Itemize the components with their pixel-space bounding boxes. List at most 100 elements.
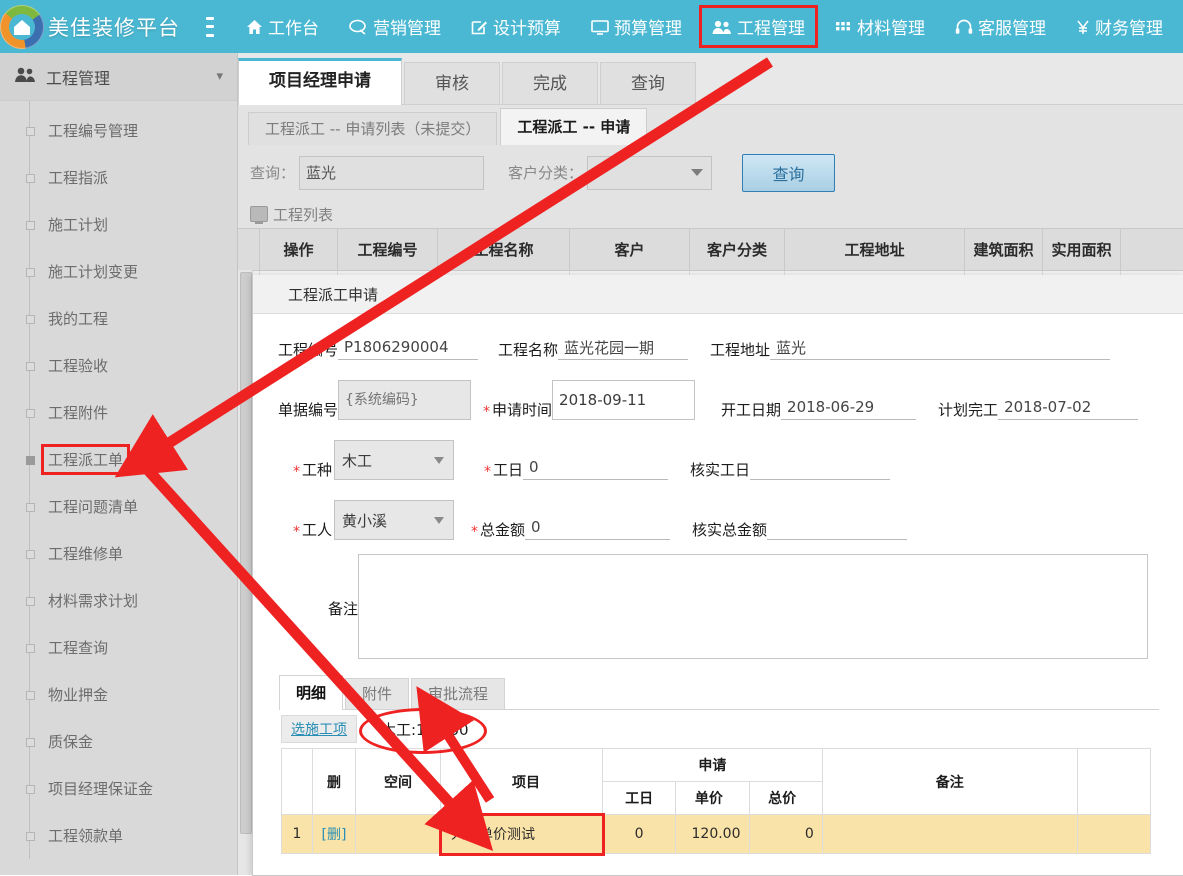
bullet-icon [26,362,35,371]
nav-item-engineering-mgmt[interactable]: 工程管理 [702,8,815,45]
cell-tail [1077,815,1150,854]
sidebar-item-label: 工程指派 [48,167,108,188]
field-label: 工种 [302,459,332,480]
field-label: 总金额 [480,519,525,540]
amount-input[interactable] [525,516,670,540]
detail-tab-附件[interactable]: 附件 [345,678,409,709]
query-label: 查询： [250,162,295,183]
chevron-down-icon[interactable]: ▾ [216,69,223,84]
workday-input[interactable] [523,456,668,480]
nav-item-design-budget[interactable]: 设计预算 [461,8,571,45]
remark-textarea[interactable] [358,554,1148,659]
sidebar-header[interactable]: 工程管理 ▾ [0,53,237,101]
sidebar-item-项目经理保证金[interactable]: 项目经理保证金 [0,765,237,812]
customer-category-label: 客户分类： [508,162,583,183]
app-logo [0,0,44,53]
nav-item-budget-mgmt[interactable]: 预算管理 [581,8,692,45]
field-plan-finish: 计划完工 [938,396,1138,420]
nav-item-finance-mgmt[interactable]: 财务管理 [1066,8,1173,45]
tab-查询[interactable]: 查询 [600,62,696,105]
scrollbar-thumb[interactable] [240,272,252,834]
worker-value: 黄小溪 [342,510,387,531]
sidebar-item-施工计划[interactable]: 施工计划 [0,201,237,248]
project-no-input[interactable] [338,336,478,360]
field-apply-date: * 申请时间 [483,380,695,420]
project-name-input[interactable] [558,336,688,360]
subtab-apply[interactable]: 工程派工 -- 申请 [500,108,647,145]
nav-item-material-mgmt[interactable]: 材料管理 [825,8,935,45]
start-date-input[interactable] [781,396,916,420]
cell-unit-price: 120.00 [676,815,749,854]
primary-tabbar: 项目经理申请 审核 完成 查询 [238,53,1183,105]
search-button[interactable]: 查询 [742,154,835,192]
bullet-icon [26,550,35,559]
sidebar-item-工程验收[interactable]: 工程验收 [0,342,237,389]
apply-date-input[interactable] [552,380,695,420]
sidebar-item-工程派工单[interactable]: 工程派工单 [0,436,237,483]
grid-col-操作: 操作 [260,229,338,270]
field-worker: * 工人 黄小溪 [293,500,454,540]
th-space: 空间 [356,749,441,815]
sidebar-item-工程查询[interactable]: 工程查询 [0,624,237,671]
chevron-down-icon [691,169,703,176]
bullet-icon [26,409,35,418]
field-label: 工程编号 [278,339,338,360]
hamburger-icon[interactable] [206,17,214,37]
sidebar-item-label: 工程查询 [48,637,108,658]
field-label: 开工日期 [721,399,781,420]
cell-index: 1 [282,815,313,854]
th-group-apply: 申请 [603,749,823,782]
cell-delete-link[interactable]: [删] [313,815,356,854]
search-input[interactable] [299,156,484,190]
detail-toolbar: 选施工项 木工:120.00 [281,716,1183,742]
nav-item-workbench[interactable]: 工作台 [236,8,329,45]
project-address-input[interactable] [770,336,1110,360]
cell-remark [822,815,1077,854]
sidebar-item-质保金[interactable]: 质保金 [0,718,237,765]
detail-tab-明细[interactable]: 明细 [279,675,343,710]
nav-item-marketing[interactable]: 营销管理 [339,8,451,45]
sidebar-item-工程指派[interactable]: 工程指派 [0,154,237,201]
customer-category-select[interactable] [587,156,712,190]
sidebar-item-工程维修单[interactable]: 工程维修单 [0,530,237,577]
delete-link[interactable]: [删] [322,827,347,843]
modal-scrollbar[interactable] [238,270,253,875]
unit-price-text: 木工:120.00 [381,721,469,739]
chevron-down-icon [434,517,444,524]
sidebar-item-工程附件[interactable]: 工程附件 [0,389,237,436]
field-verify-workday: 核实工日 [690,456,890,480]
worker-select[interactable]: 黄小溪 [334,500,454,540]
table-group-header-row: 删 空间 项目 申请 备注 [282,749,1151,782]
sidebar-item-我的工程[interactable]: 我的工程 [0,295,237,342]
sidebar-item-label: 工程领款单 [48,825,123,846]
subtab-apply-list[interactable]: 工程派工 -- 申请列表（未提交） [248,112,497,145]
nav-item-customer-service[interactable]: 客服管理 [945,8,1056,45]
field-start-date: 开工日期 [721,396,916,420]
sidebar-item-施工计划变更[interactable]: 施工计划变更 [0,248,237,295]
grid-col-实用面积: 实用面积 [1043,229,1121,270]
sidebar-item-工程编号管理[interactable]: 工程编号管理 [0,107,237,154]
worktype-select[interactable]: 木工 [334,440,454,480]
sidebar-item-工程领款单[interactable]: 工程领款单 [0,812,237,859]
plan-finish-input[interactable] [998,396,1138,420]
detail-table: 删 空间 项目 申请 备注 工日 单价 总价 1 [删] 人工单价测试 0 12… [281,748,1151,854]
pick-construction-item-button[interactable]: 选施工项 [281,715,357,743]
verify-amount-input[interactable] [767,516,907,540]
doc-no-input[interactable] [338,380,471,420]
table-row[interactable]: 1 [删] 人工单价测试 0 120.00 0 [282,815,1151,854]
tab-项目经理申请[interactable]: 项目经理申请 [238,58,402,105]
tab-审核[interactable]: 审核 [404,62,500,105]
nav-label: 财务管理 [1095,14,1163,39]
tab-完成[interactable]: 完成 [502,62,598,105]
verify-workday-input[interactable] [750,456,890,480]
secondary-tabbar: 工程派工 -- 申请列表（未提交） 工程派工 -- 申请 [238,105,1183,145]
top-navigation-bar: 美佳装修平台 工作台 营销管理 设计预算 预算管理 [0,0,1183,53]
users-icon [14,66,36,87]
bullet-icon [26,456,35,465]
cell-total-price: 0 [749,815,822,854]
sidebar-item-工程问题清单[interactable]: 工程问题清单 [0,483,237,530]
detail-tab-审批流程[interactable]: 审批流程 [411,678,505,709]
sidebar-item-物业押金[interactable]: 物业押金 [0,671,237,718]
sidebar-item-材料需求计划[interactable]: 材料需求计划 [0,577,237,624]
th-tail [1077,749,1150,815]
